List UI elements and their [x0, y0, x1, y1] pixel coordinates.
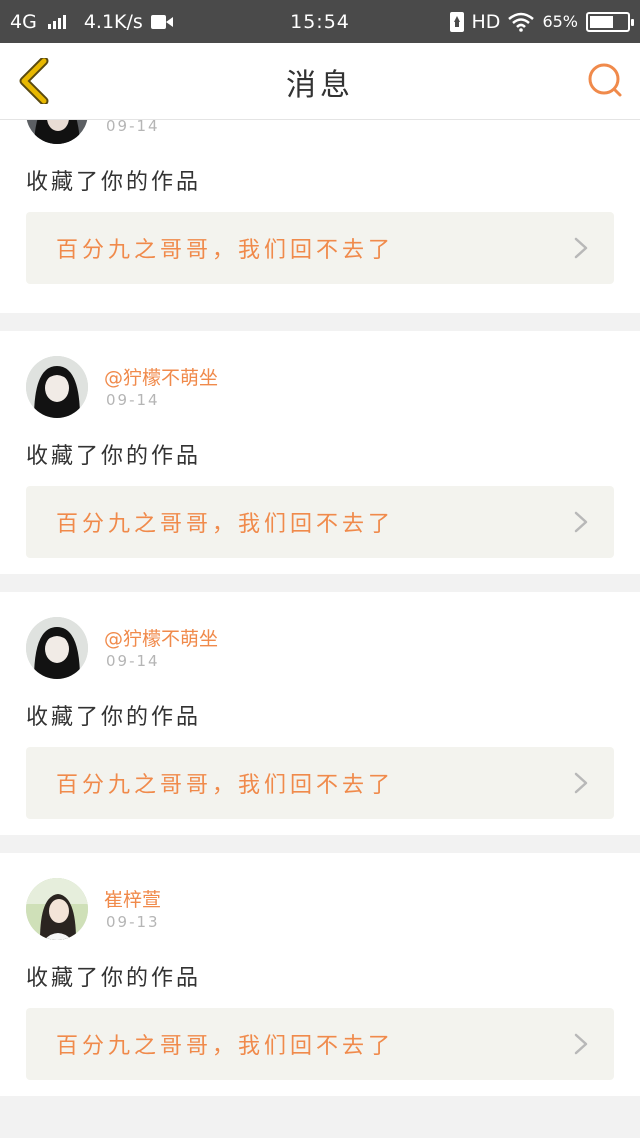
message-date: 09-14 [106, 652, 160, 670]
work-title: 百分九之哥哥，我们回不去了 [56, 773, 395, 798]
work-title: 百分九之哥哥，我们回不去了 [56, 512, 395, 537]
message-action: 收藏了你的作品 [26, 705, 202, 730]
battery-icon [586, 11, 634, 32]
battery-percent: 65% [542, 12, 578, 31]
status-bar: 4G 4.1K/s 15:54 HD 65% [0, 0, 640, 43]
video-recording-icon [150, 14, 173, 29]
message-action: 收藏了你的作品 [26, 444, 202, 469]
work-link[interactable]: 百分九之哥哥，我们回不去了 [26, 486, 614, 558]
chevron-right-icon [574, 237, 588, 259]
work-link[interactable]: 百分九之哥哥，我们回不去了 [26, 212, 614, 284]
status-left: 4G 4.1K/s [10, 0, 173, 43]
avatar[interactable] [26, 617, 88, 679]
message-action: 收藏了你的作品 [26, 966, 202, 991]
message-header: 崔梓萱 09-13 [26, 878, 586, 940]
hd-label: HD [471, 10, 501, 33]
avatar-image [26, 617, 88, 679]
chevron-right-icon [574, 772, 588, 794]
avatar-image [26, 356, 88, 418]
message-action: 收藏了你的作品 [26, 170, 202, 195]
nav-bar: 消息 [0, 43, 640, 120]
battery-saver-icon [449, 11, 464, 32]
work-title: 百分九之哥哥，我们回不去了 [56, 1034, 395, 1059]
message-item: 崔梓萱 09-13 收藏了你的作品 百分九之哥哥，我们回不去了 [0, 853, 640, 1096]
message-header: @狞檬不萌坐 09-14 [26, 617, 586, 679]
message-username[interactable]: @狞檬不萌坐 [104, 624, 218, 651]
search-button[interactable] [586, 61, 626, 101]
message-item: @狞檬不萌坐 09-14 收藏了你的作品 百分九之哥哥，我们回不去了 [0, 592, 640, 835]
avatar[interactable] [26, 878, 88, 940]
message-username[interactable]: @狞檬不萌坐 [104, 363, 218, 390]
status-right: HD 65% [449, 0, 634, 43]
message-header: @狞檬不萌坐 09-14 [26, 356, 586, 418]
search-icon [588, 63, 622, 97]
avatar[interactable] [26, 356, 88, 418]
signal-icon [47, 14, 66, 29]
work-link[interactable]: 百分九之哥哥，我们回不去了 [26, 1008, 614, 1080]
work-link[interactable]: 百分九之哥哥，我们回不去了 [26, 747, 614, 819]
back-button[interactable] [14, 57, 54, 105]
chevron-right-icon [574, 1033, 588, 1055]
work-title: 百分九之哥哥，我们回不去了 [56, 238, 395, 263]
message-date: 09-13 [106, 913, 160, 931]
wifi-icon [508, 12, 535, 32]
network-speed: 4.1K/s [83, 10, 143, 33]
message-username[interactable]: 崔梓萱 [104, 885, 161, 912]
battery-fill [590, 15, 614, 28]
chevron-right-icon [574, 511, 588, 533]
page-title: 消息 [286, 67, 354, 103]
back-chevron-icon [19, 58, 49, 104]
network-type: 4G [10, 10, 37, 33]
avatar-image [26, 878, 88, 940]
message-item: @狞檬不萌坐 09-14 收藏了你的作品 百分九之哥哥，我们回不去了 [0, 331, 640, 574]
message-date: 09-14 [106, 391, 160, 409]
